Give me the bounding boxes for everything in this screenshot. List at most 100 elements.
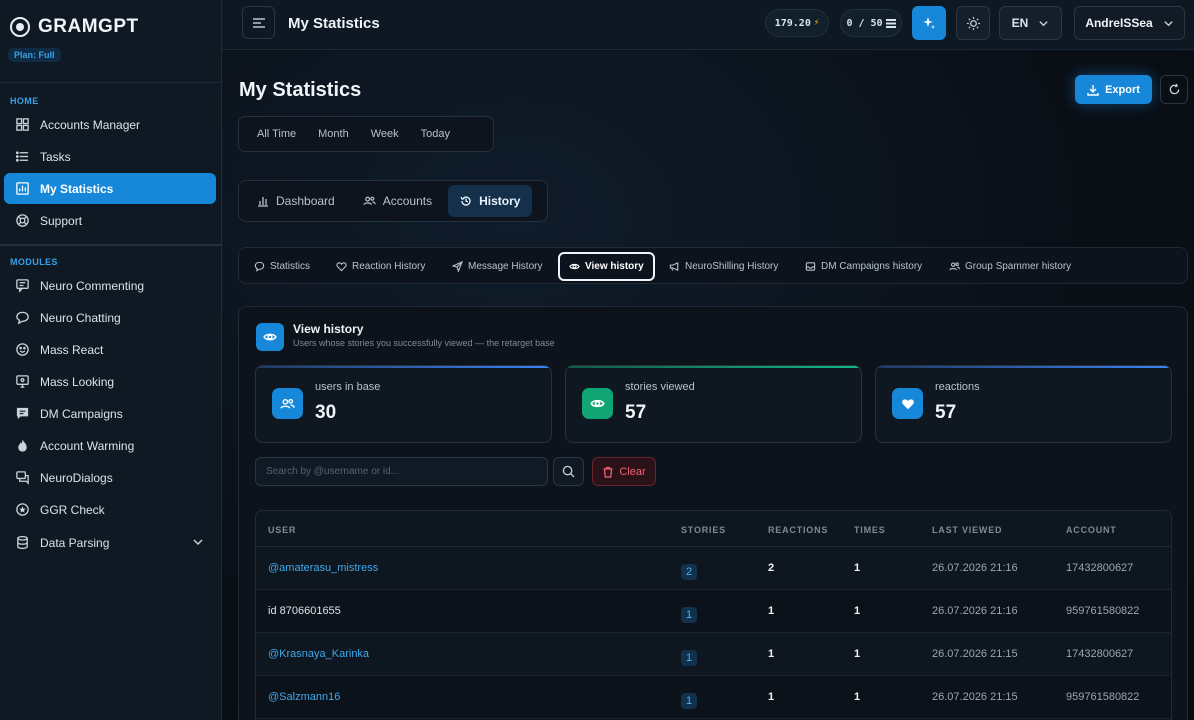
- last-viewed: 26.07.2026 21:16: [932, 562, 1018, 574]
- sidebar-item-my-statistics[interactable]: My Statistics: [4, 173, 216, 204]
- refresh-button[interactable]: [1160, 75, 1188, 104]
- account-id: 959761580822: [1066, 605, 1140, 617]
- stat-label: stories viewed: [625, 381, 695, 393]
- chevron-down-icon: [1039, 20, 1048, 26]
- topbar-title: My Statistics: [288, 15, 380, 32]
- reactions-count: 1: [768, 691, 775, 703]
- tab-label: Accounts: [382, 194, 433, 208]
- subtab-neuroshilling-history[interactable]: NeuroShilling History: [660, 253, 787, 280]
- megaphone-icon: [669, 261, 679, 272]
- menu-toggle-button[interactable]: [242, 6, 275, 39]
- dm-icon: [14, 406, 30, 422]
- tab-dashboard[interactable]: Dashboard: [245, 185, 347, 217]
- subtab-label: Statistics: [270, 261, 311, 272]
- stat-label: users in base: [315, 381, 381, 393]
- clear-button[interactable]: Clear: [592, 457, 656, 486]
- sidebar-item-label: Mass React: [40, 342, 104, 357]
- section-modules-label: MODULES: [10, 257, 58, 267]
- col-times[interactable]: TIMES: [854, 525, 886, 535]
- stat-card-stories: stories viewed 57: [565, 365, 862, 443]
- sidebar-item-ggr-check[interactable]: GGR Check: [4, 494, 216, 525]
- subtab-view-history[interactable]: View history: [558, 252, 655, 281]
- brand[interactable]: GRAMGPT: [10, 16, 139, 38]
- col-stories[interactable]: STORIES: [681, 525, 726, 535]
- sidebar-item-neurodialogs[interactable]: NeuroDialogs: [4, 462, 216, 493]
- sidebar-item-account-warming[interactable]: Account Warming: [4, 430, 216, 461]
- subtab-group-spammer-history[interactable]: Group Spammer history: [940, 253, 1080, 280]
- sidebar-item-data-parsing[interactable]: Data Parsing: [4, 527, 216, 558]
- subtab-label: View history: [585, 261, 644, 272]
- stories-badge: 1: [681, 650, 698, 666]
- user-link[interactable]: @amaterasu_mistress: [268, 562, 378, 574]
- col-user[interactable]: USER: [268, 525, 296, 535]
- search-input[interactable]: [255, 457, 548, 486]
- range-today[interactable]: Today: [410, 128, 461, 140]
- card-accent: [876, 366, 1171, 368]
- reactions-count: 1: [768, 605, 775, 617]
- tab-accounts[interactable]: Accounts: [351, 185, 444, 217]
- eye-icon: [569, 263, 580, 270]
- topbar: My Statistics 179.20 ⚡ 0 / 50 EN AndreIS…: [222, 0, 1194, 50]
- subtab-reaction-history[interactable]: Reaction History: [327, 253, 434, 280]
- ai-sparkle-button[interactable]: [912, 6, 946, 40]
- user-link[interactable]: @Krasnaya_Karinka: [268, 648, 369, 660]
- user-menu-button[interactable]: AndreISSea: [1074, 6, 1185, 40]
- language-value: EN: [1011, 16, 1029, 30]
- heart-icon: [336, 262, 347, 272]
- page-title: My Statistics: [239, 79, 362, 101]
- star-circle-icon: [14, 502, 30, 518]
- sidebar-item-mass-looking[interactable]: Mass Looking: [4, 366, 216, 397]
- export-button[interactable]: Export: [1075, 75, 1152, 104]
- times-count: 1: [854, 691, 861, 703]
- search-icon: [562, 465, 575, 478]
- col-last-viewed[interactable]: LAST VIEWED: [932, 525, 1002, 535]
- subtab-label: NeuroShilling History: [685, 261, 779, 272]
- theme-toggle-button[interactable]: [956, 6, 990, 40]
- stories-badge: 1: [681, 607, 698, 623]
- sidebar-item-support[interactable]: Support: [4, 205, 216, 236]
- slots-pill[interactable]: 0 / 50: [840, 9, 902, 37]
- stat-label: reactions: [935, 381, 980, 393]
- history-table: USER STORIES REACTIONS TIMES LAST VIEWED…: [255, 510, 1172, 720]
- col-reactions[interactable]: REACTIONS: [768, 525, 828, 535]
- sidebar-item-accounts-manager[interactable]: Accounts Manager: [4, 109, 216, 140]
- subtab-dm-campaigns-history[interactable]: DM Campaigns history: [796, 253, 931, 280]
- language-select[interactable]: EN: [999, 6, 1062, 40]
- history-subtabs: Statistics Reaction History Message Hist…: [238, 247, 1188, 284]
- sidebar-item-neuro-chatting[interactable]: Neuro Chatting: [4, 302, 216, 333]
- eye-icon: [582, 388, 613, 419]
- database-icon: [14, 535, 30, 551]
- sidebar-item-label: Tasks: [40, 149, 71, 164]
- sidebar-item-neuro-commenting[interactable]: Neuro Commenting: [4, 270, 216, 301]
- clear-label: Clear: [619, 465, 646, 478]
- sidebar-item-mass-react[interactable]: Mass React: [4, 334, 216, 365]
- chevron-down-icon: [1164, 20, 1173, 26]
- sidebar-item-dm-campaigns[interactable]: DM Campaigns: [4, 398, 216, 429]
- range-week[interactable]: Week: [360, 128, 410, 140]
- balance-pill[interactable]: 179.20 ⚡: [765, 9, 829, 37]
- bolt-icon: ⚡: [813, 18, 820, 28]
- refresh-icon: [1169, 83, 1179, 95]
- table-row: @Krasnaya_Karinka 1 1 1 26.07.2026 21:15…: [256, 633, 1171, 676]
- subtab-message-history[interactable]: Message History: [443, 253, 551, 280]
- sidebar-item-tasks[interactable]: Tasks: [4, 141, 216, 172]
- sidebar-item-label: GGR Check: [40, 502, 105, 517]
- reactions-count: 1: [768, 648, 775, 660]
- subtab-label: Group Spammer history: [965, 261, 1072, 272]
- tab-history[interactable]: History: [448, 185, 533, 217]
- user-link[interactable]: @Salzmann16: [268, 691, 340, 703]
- range-all-time[interactable]: All Time: [246, 128, 307, 140]
- range-month[interactable]: Month: [307, 128, 360, 140]
- sidebar-item-label: Accounts Manager: [40, 117, 141, 132]
- subtab-statistics[interactable]: Statistics: [245, 253, 319, 280]
- chat-bubble-icon: [254, 261, 265, 272]
- account-id: 17432800627: [1066, 648, 1134, 660]
- eye-icon: [256, 323, 284, 351]
- chevron-down-icon[interactable]: [192, 536, 204, 548]
- table-row: id 8706601655 1 1 1 26.07.2026 21:16 959…: [256, 590, 1171, 633]
- users-icon: [363, 196, 376, 205]
- sidebar-divider: [0, 244, 222, 246]
- col-account[interactable]: ACCOUNT: [1066, 525, 1117, 535]
- search-button[interactable]: [553, 457, 584, 486]
- main-tabs: Dashboard Accounts History: [238, 180, 548, 222]
